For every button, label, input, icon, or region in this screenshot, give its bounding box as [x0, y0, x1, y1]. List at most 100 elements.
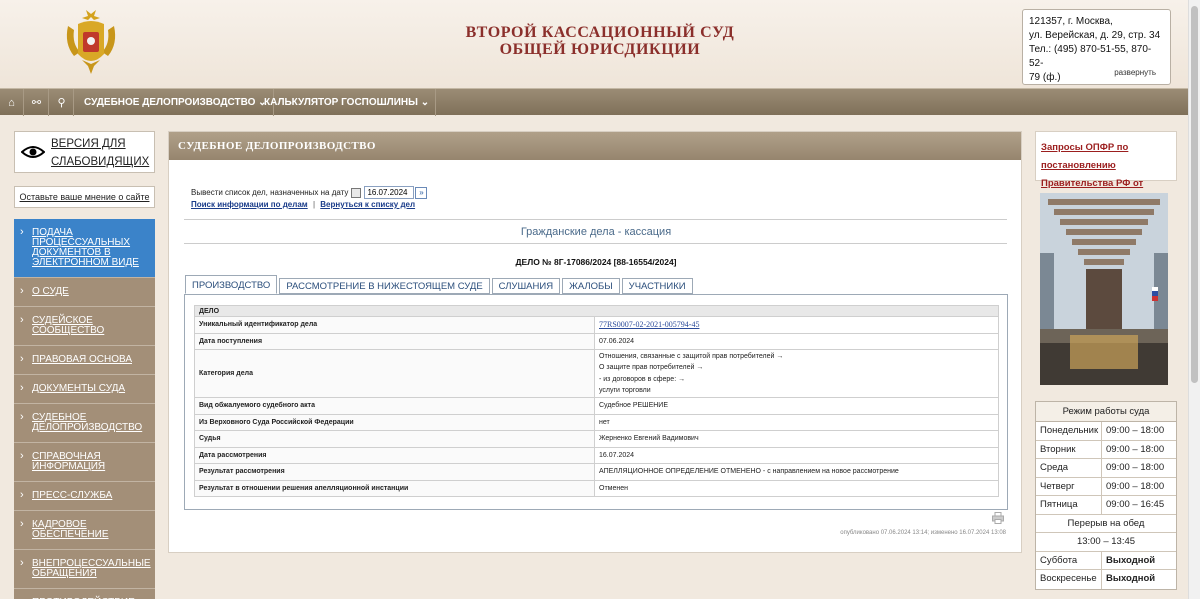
- hours-row: Воскресенье Выходной: [1036, 570, 1176, 589]
- sidebar-item-court-documents[interactable]: ДОКУМЕНТЫ СУДА: [14, 375, 155, 404]
- visually-impaired-version-button[interactable]: ВЕРСИЯ ДЛЯ СЛАБОВИДЯЩИХ: [14, 131, 155, 173]
- case-search-link[interactable]: Поиск информации по делам: [191, 200, 308, 209]
- row-label: Дата рассмотрения: [194, 446, 595, 464]
- nav-item-label: СУДЕБНОЕ ДЕЛОПРОИЗВОДСТВО: [84, 97, 256, 108]
- table-row: Категория дела Отношения, связанные с за…: [194, 349, 999, 398]
- sidebar-item-press-service[interactable]: ПРЕСС-СЛУЖБА: [14, 482, 155, 511]
- hours-day: Вторник: [1036, 440, 1102, 458]
- tab-hearings[interactable]: СЛУШАНИЯ: [491, 278, 561, 294]
- tab-content: ДЕЛО Уникальный идентификатор дела 77RS0…: [184, 294, 1008, 510]
- sidebar-item-court-proceedings[interactable]: СУДЕБНОЕ ДЕЛОПРОИЗВОДСТВО: [14, 404, 155, 443]
- hours-row: Пятница 09:00 – 16:45: [1036, 496, 1176, 515]
- address-line: 121357, г. Москва,: [1029, 16, 1113, 27]
- sidebar-item-reference-info[interactable]: СПРАВОЧНАЯ ИНФОРМАЦИЯ: [14, 443, 155, 482]
- row-value: Судебное РЕШЕНИЕ: [594, 397, 999, 415]
- tab-lower-court[interactable]: РАССМОТРЕНИЕ В НИЖЕСТОЯЩЕМ СУДЕ: [279, 278, 490, 294]
- hours-day: Суббота: [1036, 551, 1102, 569]
- hours-time: 09:00 – 16:45: [1106, 499, 1165, 510]
- sidebar-item-anti-corruption[interactable]: ПРОТИВОДЕЙСТВИЕ КОРРУПЦИИ: [14, 589, 155, 599]
- row-value: Отменен: [594, 479, 999, 497]
- table-section-header: ДЕЛО: [194, 305, 999, 317]
- lunch-break-label: Перерыв на обед: [1036, 515, 1176, 533]
- site-header: ВТОРОЙ КАССАЦИОННЫЙ СУД ОБЩЕЙ ЮРИСДИКЦИИ…: [0, 0, 1188, 88]
- row-label: Дата поступления: [194, 332, 595, 350]
- hours-row: Вторник 09:00 – 18:00: [1036, 440, 1176, 459]
- news-box: Запросы ОПФР по постановлению Правительс…: [1035, 131, 1177, 207]
- back-to-list-link[interactable]: Вернуться к списку дел: [320, 200, 415, 209]
- hours-day: Воскресенье: [1036, 570, 1102, 589]
- row-label: Категория дела: [194, 349, 595, 398]
- scrollbar-thumb[interactable]: [1191, 6, 1198, 383]
- row-label: Результат в отношении решения апелляцион…: [194, 479, 595, 497]
- row-label: Судья: [194, 430, 595, 448]
- court-building-photo: [1040, 193, 1168, 385]
- feedback-link[interactable]: Оставьте ваше мнение о сайте: [14, 186, 155, 208]
- hours-time: 09:00 – 18:00: [1106, 443, 1165, 455]
- case-tabs: ПРОИЗВОДСТВО РАССМОТРЕНИЕ В НИЖЕСТОЯЩЕМ …: [185, 275, 695, 294]
- row-label: Вид обжалуемого судебного акта: [194, 397, 595, 415]
- hours-time: Выходной: [1106, 573, 1156, 584]
- category-line: - из договоров в сфере: →: [599, 375, 686, 383]
- case-details-table: ДЕЛО Уникальный идентификатор дела 77RS0…: [194, 305, 999, 497]
- date-filter: Вывести список дел, назначенных на дату …: [191, 186, 428, 199]
- tab-proceedings[interactable]: ПРОИЗВОДСТВО: [185, 275, 278, 294]
- vi-label-line2: СЛАБОВИДЯЩИХ: [51, 156, 150, 168]
- row-value: 77RS0007-02-2021-005794-45: [594, 316, 999, 334]
- print-icon[interactable]: [992, 512, 1004, 524]
- tab-complaints[interactable]: ЖАЛОБЫ: [562, 278, 620, 294]
- table-row: Результат в отношении решения апелляцион…: [194, 479, 999, 497]
- search-icon[interactable]: ⚲: [50, 89, 74, 116]
- court-title-line1: ВТОРОЙ КАССАЦИОННЫЙ СУД: [465, 24, 735, 41]
- sidebar-menu: ПОДАЧА ПРОЦЕССУАЛЬНЫХ ДОКУМЕНТОВ В ЭЛЕКТ…: [14, 219, 155, 599]
- row-value: 07.06.2024: [594, 332, 999, 350]
- nav-item-court-proceedings[interactable]: СУДЕБНОЕ ДЕЛОПРОИЗВОДСТВО ⌄: [78, 89, 274, 116]
- hours-time: 09:00 – 18:00: [1106, 462, 1165, 473]
- publication-note: опубликовано 07.06.2024 13:14; изменено …: [840, 530, 1006, 536]
- sidebar-item-staffing[interactable]: КАДРОВОЕ ОБЕСПЕЧЕНИЕ: [14, 511, 155, 550]
- section-label: ДЕЛО: [194, 305, 999, 317]
- address-line: ул. Верейская, д. 29, стр. 34: [1029, 30, 1161, 41]
- row-value: нет: [594, 413, 999, 431]
- table-row: Судья Жерненко Евгений Вадимович: [194, 430, 999, 448]
- date-input[interactable]: [364, 186, 415, 199]
- hours-row: Понедельник 09:00 – 18:00: [1036, 422, 1176, 441]
- sidebar-item-judicial-community[interactable]: СУДЕЙСКОЕ СООБЩЕСТВО: [14, 307, 155, 346]
- visually-impaired-label: ВЕРСИЯ ДЛЯ СЛАБОВИДЯЩИХ: [51, 134, 149, 170]
- expand-address-link[interactable]: развернуть: [1114, 66, 1156, 80]
- nav-item-label: КАЛЬКУЛЯТОР ГОСПОШЛИНЫ: [264, 97, 418, 108]
- court-title: ВТОРОЙ КАССАЦИОННЫЙ СУД ОБЩЕЙ ЮРИСДИКЦИИ: [420, 24, 780, 58]
- date-prompt-label: Вывести список дел, назначенных на дату: [191, 188, 349, 197]
- tab-participants[interactable]: УЧАСТНИКИ: [621, 278, 693, 294]
- sidebar-item-non-procedural-appeals[interactable]: ВНЕПРОЦЕССУАЛЬНЫЕ ОБРАЩЕНИЯ: [14, 550, 155, 589]
- go-arrow-button[interactable]: »: [415, 186, 428, 199]
- row-value: Отношения, связанные с защитой прав потр…: [594, 349, 999, 398]
- case-uid-link[interactable]: 77RS0007-02-2021-005794-45: [599, 320, 699, 329]
- category-line: услуги торговли: [599, 387, 651, 394]
- nav-item-fee-calculator[interactable]: КАЛЬКУЛЯТОР ГОСПОШЛИНЫ ⌄: [258, 89, 437, 116]
- table-row: Результат рассмотрения АПЕЛЛЯЦИОННОЕ ОПР…: [194, 463, 999, 481]
- table-row: Из Верховного Суда Российской Федерации …: [194, 413, 999, 431]
- divider: [184, 243, 1007, 244]
- sitemap-icon[interactable]: ⚯: [25, 89, 49, 116]
- sidebar-item-legal-basis[interactable]: ПРАВОВАЯ ОСНОВА: [14, 346, 155, 375]
- page-scrollbar[interactable]: [1188, 0, 1200, 599]
- coat-of-arms-icon: [66, 10, 116, 74]
- home-icon[interactable]: ⌂: [0, 89, 24, 116]
- hours-day: Среда: [1036, 459, 1102, 477]
- vi-label-line1: ВЕРСИЯ ДЛЯ: [51, 138, 126, 150]
- sidebar-item-electronic-filing[interactable]: ПОДАЧА ПРОЦЕССУАЛЬНЫХ ДОКУМЕНТОВ В ЭЛЕКТ…: [14, 219, 155, 278]
- table-row: Дата рассмотрения 16.07.2024: [194, 446, 999, 464]
- calendar-icon[interactable]: [351, 187, 362, 198]
- row-label: Уникальный идентификатор дела: [194, 316, 595, 334]
- hours-row: Среда 09:00 – 18:00: [1036, 459, 1176, 478]
- category-line: О защите прав потребителей →: [599, 364, 704, 371]
- hours-title: Режим работы суда: [1036, 402, 1176, 422]
- table-row: Вид обжалуемого судебного акта Судебное …: [194, 397, 999, 415]
- hours-day: Понедельник: [1036, 422, 1102, 440]
- sidebar-item-about[interactable]: О СУДЕ: [14, 278, 155, 307]
- table-row: Уникальный идентификатор дела 77RS0007-0…: [194, 316, 999, 334]
- hours-time: 09:00 – 18:00: [1106, 425, 1165, 436]
- case-number: ДЕЛО № 8Г-17086/2024 [88-16554/2024]: [515, 257, 677, 267]
- eye-icon: [21, 146, 45, 158]
- working-hours-table: Режим работы суда Понедельник 09:00 – 18…: [1035, 401, 1177, 590]
